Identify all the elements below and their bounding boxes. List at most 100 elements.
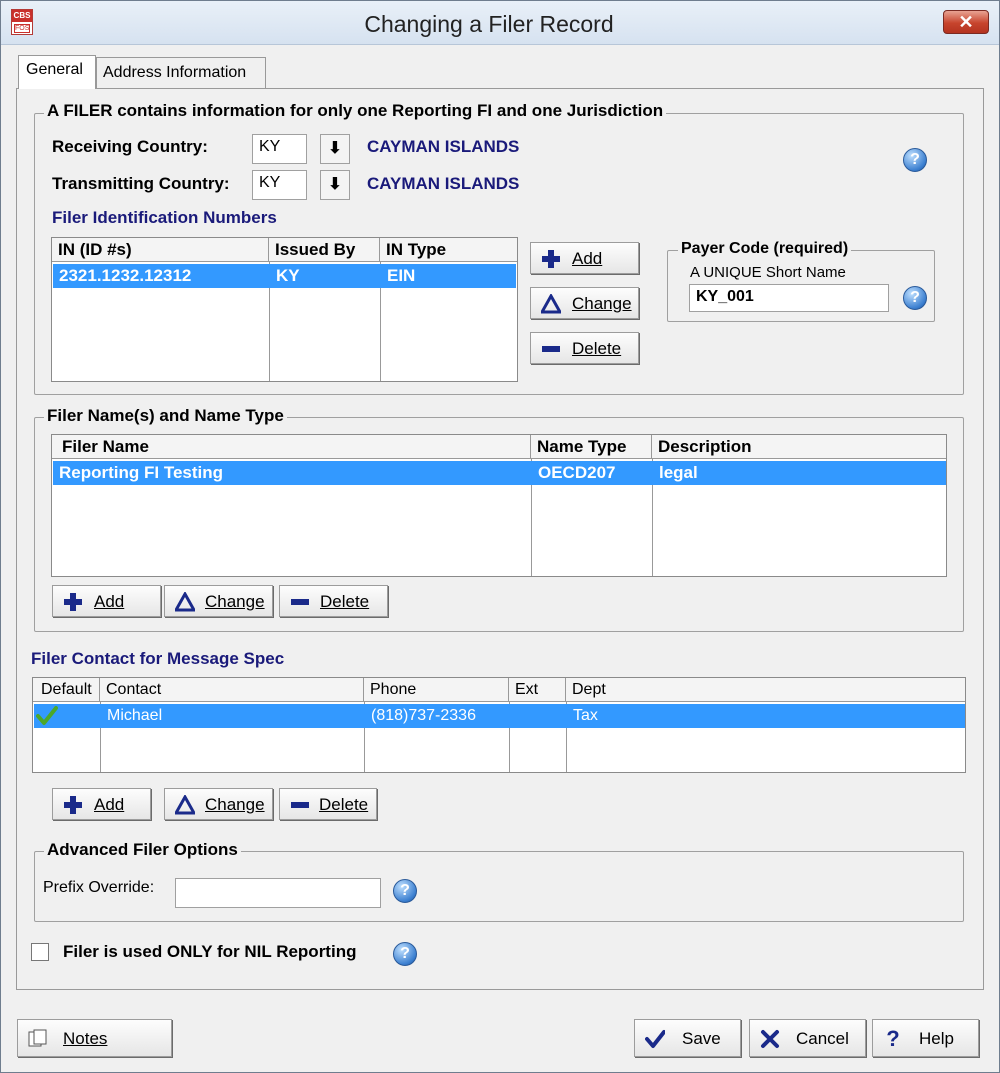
column-header[interactable]: IN Type	[380, 238, 517, 262]
plus-icon	[64, 796, 82, 814]
dept-cell: Tax	[573, 707, 598, 724]
column-header[interactable]: Description	[652, 435, 946, 459]
triangle-icon	[541, 294, 561, 314]
receiving-country-name: CAYMAN ISLANDS	[367, 137, 520, 156]
filer-group-legend: A FILER contains information for only on…	[44, 101, 667, 121]
names-change-button[interactable]: Change	[164, 585, 273, 617]
tab-address-label: Address Information	[103, 64, 247, 81]
table-header: IN (ID #s) Issued By IN Type	[52, 238, 517, 262]
checkmark-icon	[645, 1030, 665, 1048]
receiving-country-input[interactable]: KY	[252, 134, 307, 164]
names-add-label: Add	[94, 592, 125, 611]
cancel-button[interactable]: Cancel	[749, 1019, 866, 1057]
help-button[interactable]: ? Help	[872, 1019, 979, 1057]
payer-code-input[interactable]: KY_001	[689, 284, 889, 312]
prefix-override-label: Prefix Override:	[43, 879, 155, 896]
notes-button[interactable]: Notes	[17, 1019, 172, 1057]
contact-change-label: Change	[205, 795, 265, 814]
id-change-label: Change	[572, 294, 632, 313]
names-change-label: Change	[205, 592, 265, 611]
names-delete-button[interactable]: Delete	[279, 585, 388, 617]
nil-reporting-checkbox[interactable]	[31, 943, 49, 961]
id-delete-button[interactable]: Delete	[530, 332, 639, 364]
minus-icon	[291, 599, 309, 605]
question-mark-glyph: ?	[400, 945, 410, 962]
checkmark-icon	[36, 706, 58, 725]
contact-add-label: Add	[94, 795, 125, 814]
filer-id-numbers-heading: Filer Identification Numbers	[52, 208, 277, 227]
help-icon[interactable]: ?	[903, 148, 927, 172]
names-delete-label: Delete	[320, 592, 370, 611]
column-header[interactable]: Name Type	[531, 435, 652, 459]
help-icon[interactable]: ?	[393, 879, 417, 903]
id-numbers-table[interactable]: IN (ID #s) Issued By IN Type 2321.1232.1…	[51, 237, 518, 382]
nil-reporting-label: Filer is used ONLY for NIL Reporting	[63, 942, 357, 961]
payer-code-legend: Payer Code (required)	[678, 240, 852, 258]
payer-code-sublabel: A UNIQUE Short Name	[690, 264, 846, 281]
arrow-down-icon: ⬇	[328, 140, 342, 157]
notes-label: Notes	[63, 1029, 108, 1048]
id-change-button[interactable]: Change	[530, 287, 639, 319]
table-header: Filer Name Name Type Description	[52, 435, 946, 459]
question-mark-glyph: ?	[910, 289, 920, 306]
table-header: Default Contact Phone Ext Dept	[33, 678, 965, 702]
receiving-country-label: Receiving Country:	[52, 137, 208, 156]
help-label: Help	[919, 1029, 954, 1048]
transmitting-country-label: Transmitting Country:	[52, 174, 230, 193]
filer-names-table[interactable]: Filer Name Name Type Description Reporti…	[51, 434, 947, 577]
phone-cell: (818)737-2336	[371, 707, 476, 724]
contact-table[interactable]: Default Contact Phone Ext Dept Michael (…	[32, 677, 966, 773]
contact-delete-label: Delete	[319, 795, 369, 814]
column-header[interactable]: Default	[33, 678, 100, 702]
notes-icon	[28, 1029, 47, 1047]
issued-by-cell: KY	[276, 266, 300, 285]
filer-names-legend: Filer Name(s) and Name Type	[44, 406, 287, 426]
question-mark-glyph: ?	[910, 151, 920, 168]
close-icon	[761, 1030, 779, 1048]
save-button[interactable]: Save	[634, 1019, 741, 1057]
plus-icon	[64, 593, 82, 611]
title-bar[interactable]: CBS FOS Changing a Filer Record ✕	[1, 1, 999, 45]
table-row[interactable]: 2321.1232.12312 KY EIN	[53, 264, 516, 288]
column-header[interactable]: Filer Name	[52, 435, 531, 459]
help-icon[interactable]: ?	[393, 942, 417, 966]
cancel-label: Cancel	[796, 1029, 849, 1048]
plus-icon	[542, 250, 560, 268]
triangle-icon	[175, 592, 195, 612]
help-icon[interactable]: ?	[903, 286, 927, 310]
contact-add-button[interactable]: Add	[52, 788, 151, 820]
filer-contact-heading: Filer Contact for Message Spec	[31, 649, 285, 668]
id-add-button[interactable]: Add	[530, 242, 639, 274]
close-icon: ✕	[958, 12, 974, 32]
contact-change-button[interactable]: Change	[164, 788, 273, 820]
transmitting-country-input[interactable]: KY	[252, 170, 307, 200]
column-header[interactable]: IN (ID #s)	[52, 238, 269, 262]
ext-cell	[510, 704, 516, 728]
column-header[interactable]: Contact	[100, 678, 364, 702]
names-add-button[interactable]: Add	[52, 585, 161, 617]
table-row[interactable]: Reporting FI Testing OECD207 legal	[53, 461, 946, 485]
tab-general[interactable]: General	[18, 55, 96, 89]
contact-cell: Michael	[107, 707, 163, 724]
arrow-down-icon: ⬇	[328, 176, 342, 193]
contact-delete-button[interactable]: Delete	[279, 788, 377, 820]
receiving-country-dropdown[interactable]: ⬇	[320, 134, 350, 164]
window-title: Changing a Filer Record	[364, 11, 614, 37]
prefix-override-input[interactable]	[175, 878, 381, 908]
column-header[interactable]: Phone	[364, 678, 509, 702]
advanced-options-group: Advanced Filer Options	[34, 840, 964, 922]
column-header[interactable]: Dept	[566, 678, 965, 702]
close-button[interactable]: ✕	[943, 10, 989, 34]
id-delete-label: Delete	[572, 339, 622, 358]
column-header[interactable]: Ext	[509, 678, 566, 702]
in-type-cell: EIN	[387, 266, 416, 285]
description-cell: legal	[659, 463, 698, 482]
minus-icon	[291, 802, 309, 808]
id-add-label: Add	[572, 249, 603, 268]
filer-name-cell: Reporting FI Testing	[59, 463, 224, 482]
triangle-icon	[175, 795, 195, 815]
tab-address-information[interactable]: Address Information	[96, 57, 266, 88]
column-header[interactable]: Issued By	[269, 238, 380, 262]
transmitting-country-dropdown[interactable]: ⬇	[320, 170, 350, 200]
table-row[interactable]: Michael (818)737-2336 Tax	[34, 704, 965, 728]
